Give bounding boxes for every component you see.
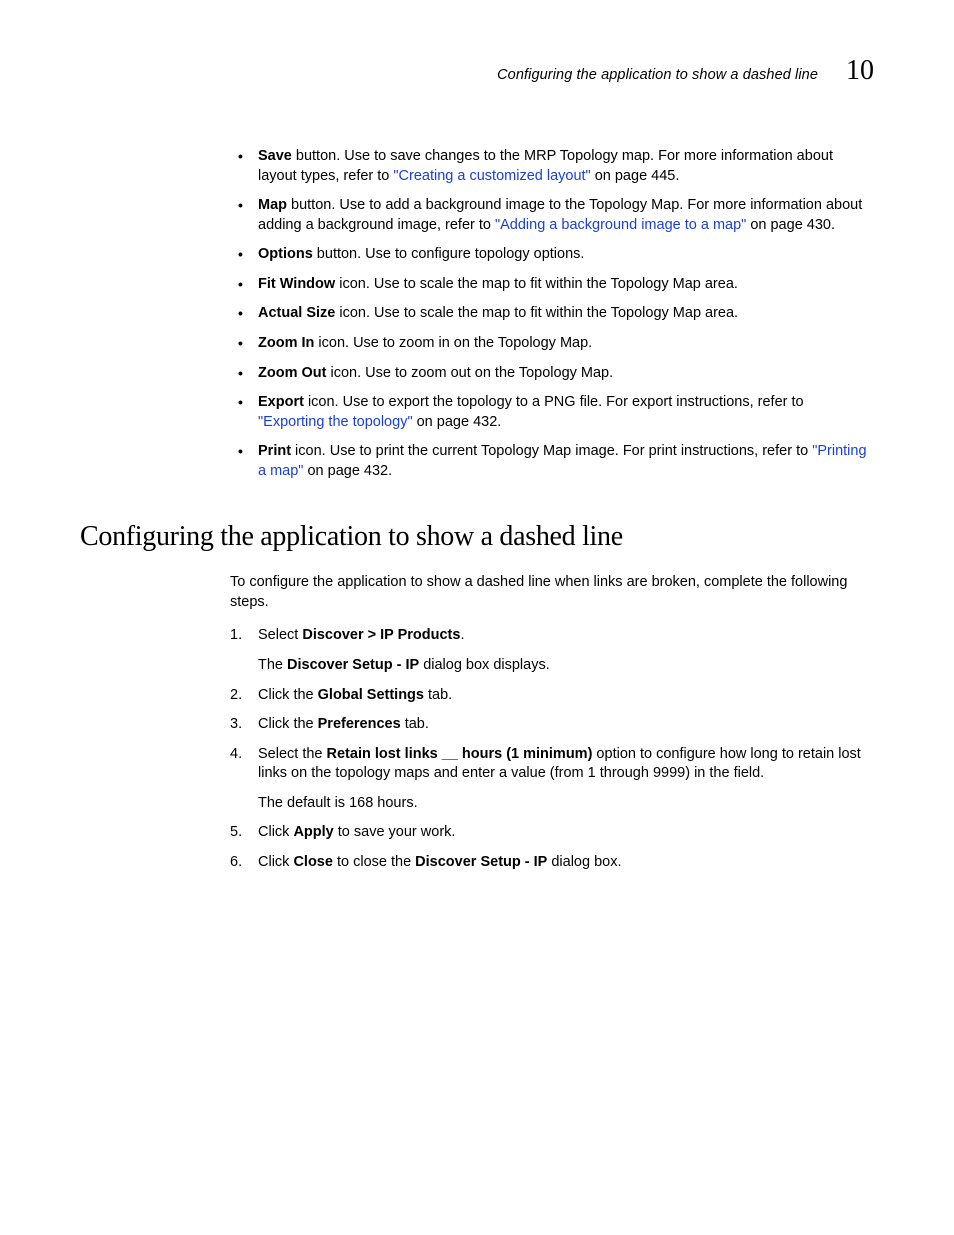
- text: to save your work.: [334, 824, 456, 840]
- text: on page 430.: [746, 217, 835, 233]
- label-map: Map: [258, 197, 287, 213]
- text: icon. Use to scale the map to fit within…: [335, 305, 738, 321]
- text: on page 432.: [303, 463, 392, 479]
- step-5: Click Apply to save your work.: [230, 823, 874, 843]
- text: icon. Use to zoom in on the Topology Map…: [314, 335, 592, 351]
- text: Click: [258, 854, 293, 870]
- running-title: Configuring the application to show a da…: [497, 67, 818, 83]
- bold: Global Settings: [318, 687, 424, 703]
- running-header: Configuring the application to show a da…: [80, 55, 874, 87]
- link-exporting-topology[interactable]: "Exporting the topology": [258, 414, 413, 430]
- list-item-save: Save button. Use to save changes to the …: [230, 147, 874, 186]
- bold: Discover Setup - IP: [415, 854, 547, 870]
- text: .: [460, 627, 464, 643]
- link-creating-customized-layout[interactable]: "Creating a customized layout": [393, 168, 590, 184]
- intro-paragraph: To configure the application to show a d…: [230, 573, 874, 612]
- content-indent: Save button. Use to save changes to the …: [230, 147, 874, 481]
- text: dialog box displays.: [419, 657, 550, 673]
- list-item-export: Export icon. Use to export the topology …: [230, 393, 874, 432]
- bold: Preferences: [318, 716, 401, 732]
- bold: Discover > IP Products: [302, 627, 460, 643]
- label-save: Save: [258, 148, 292, 164]
- bold: Retain lost links __ hours (1 minimum): [327, 746, 593, 762]
- step-1: Select Discover > IP Products. The Disco…: [230, 626, 874, 675]
- text: icon. Use to export the topology to a PN…: [304, 394, 804, 410]
- text: tab.: [424, 687, 452, 703]
- step-2: Click the Global Settings tab.: [230, 686, 874, 706]
- label-actual-size: Actual Size: [258, 305, 335, 321]
- label-options: Options: [258, 246, 313, 262]
- list-item-fit-window: Fit Window icon. Use to scale the map to…: [230, 275, 874, 295]
- step-1-sub: The Discover Setup - IP dialog box displ…: [258, 656, 874, 676]
- list-item-options: Options button. Use to configure topolog…: [230, 245, 874, 265]
- text: dialog box.: [547, 854, 621, 870]
- text: The: [258, 657, 287, 673]
- text: icon. Use to print the current Topology …: [291, 443, 812, 459]
- text: tab.: [401, 716, 429, 732]
- step-list: Select Discover > IP Products. The Disco…: [230, 626, 874, 872]
- text: Click the: [258, 716, 318, 732]
- link-adding-background-image[interactable]: "Adding a background image to a map": [495, 217, 746, 233]
- list-item-actual-size: Actual Size icon. Use to scale the map t…: [230, 304, 874, 324]
- section-body: To configure the application to show a d…: [230, 573, 874, 872]
- chapter-number: 10: [846, 55, 874, 87]
- text: icon. Use to zoom out on the Topology Ma…: [326, 365, 613, 381]
- step-4-sub: The default is 168 hours.: [258, 794, 874, 814]
- toolbar-item-list: Save button. Use to save changes to the …: [230, 147, 874, 481]
- section-heading: Configuring the application to show a da…: [80, 521, 874, 553]
- list-item-zoom-in: Zoom In icon. Use to zoom in on the Topo…: [230, 334, 874, 354]
- text: Click the: [258, 687, 318, 703]
- text: Click: [258, 824, 293, 840]
- text: Select: [258, 627, 302, 643]
- text: to close the: [333, 854, 415, 870]
- label-print: Print: [258, 443, 291, 459]
- bold: Close: [293, 854, 333, 870]
- bold: Discover Setup - IP: [287, 657, 419, 673]
- step-6: Click Close to close the Discover Setup …: [230, 853, 874, 873]
- label-export: Export: [258, 394, 304, 410]
- list-item-print: Print icon. Use to print the current Top…: [230, 442, 874, 481]
- label-zoom-in: Zoom In: [258, 335, 314, 351]
- label-zoom-out: Zoom Out: [258, 365, 326, 381]
- text: Select the: [258, 746, 327, 762]
- list-item-zoom-out: Zoom Out icon. Use to zoom out on the To…: [230, 364, 874, 384]
- text: icon. Use to scale the map to fit within…: [335, 276, 738, 292]
- text: on page 445.: [591, 168, 680, 184]
- step-4: Select the Retain lost links __ hours (1…: [230, 745, 874, 814]
- list-item-map: Map button. Use to add a background imag…: [230, 196, 874, 235]
- text: on page 432.: [413, 414, 502, 430]
- page: Configuring the application to show a da…: [0, 0, 954, 1235]
- bold: Apply: [293, 824, 333, 840]
- step-3: Click the Preferences tab.: [230, 715, 874, 735]
- text: button. Use to configure topology option…: [313, 246, 585, 262]
- label-fit-window: Fit Window: [258, 276, 335, 292]
